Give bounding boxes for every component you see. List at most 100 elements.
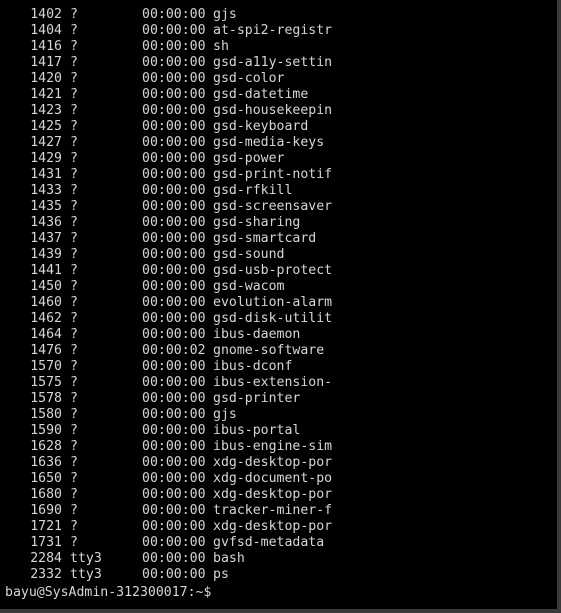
tty-cell: ? — [70, 423, 78, 438]
time-cell: 00:00:00 — [142, 151, 206, 166]
pid-cell: 2284 — [30, 551, 62, 566]
tty-cell: ? — [70, 359, 78, 374]
process-row: 1437? 00:00:00 gsd-smartcard — [0, 231, 557, 247]
window-frame-bottom — [0, 609, 561, 613]
tty-cell: ? — [70, 535, 78, 550]
time-cell: 00:00:00 — [142, 519, 206, 534]
command-cell: evolution-alarm — [213, 295, 333, 310]
tty-cell: ? — [70, 439, 78, 454]
process-row: 1417? 00:00:00 gsd-a11y-settin — [0, 55, 557, 71]
time-cell: 00:00:00 — [142, 7, 206, 22]
command-cell: gsd-smartcard — [213, 231, 317, 246]
text-cursor — [211, 583, 219, 598]
process-row: 1420? 00:00:00 gsd-color — [0, 71, 557, 87]
time-cell: 00:00:00 — [142, 567, 206, 582]
tty-cell: ? — [70, 455, 78, 470]
command-cell: xdg-document-po — [213, 471, 333, 486]
pid-cell: 1450 — [30, 279, 62, 294]
command-cell: gsd-screensaver — [213, 199, 333, 214]
process-row: 1731? 00:00:00 gvfsd-metadata — [0, 535, 557, 551]
window-frame-right — [557, 0, 561, 613]
process-row: 2284 tty3 00:00:00 bash — [0, 551, 557, 567]
tty-cell: ? — [70, 407, 78, 422]
tty-cell: ? — [70, 503, 78, 518]
pid-cell: 1437 — [30, 231, 62, 246]
process-row: 1590? 00:00:00 ibus-portal — [0, 423, 557, 439]
time-cell: 00:00:00 — [142, 263, 206, 278]
command-cell: ps — [213, 567, 229, 582]
command-cell: gsd-a11y-settin — [213, 55, 333, 70]
time-cell: 00:00:00 — [142, 311, 206, 326]
process-row: 1721? 00:00:00 xdg-desktop-por — [0, 519, 557, 535]
shell-prompt[interactable]: bayu@SysAdmin-312300017:~$ — [5, 583, 219, 600]
command-cell: gsd-print-notif — [213, 167, 333, 182]
tty-cell: ? — [70, 295, 78, 310]
pid-cell: 1636 — [30, 455, 62, 470]
process-row: 1650? 00:00:00 xdg-document-po — [0, 471, 557, 487]
terminal-window[interactable]: 1402? 00:00:00 gjs 1404? 00:00:00 at-spi2-reg… — [0, 0, 557, 609]
tty-cell: ? — [70, 55, 78, 70]
command-cell: gsd-sound — [213, 247, 285, 262]
pid-cell: 1578 — [30, 391, 62, 406]
time-cell: 00:00:00 — [142, 407, 206, 422]
process-row: 1416? 00:00:00 sh — [0, 39, 557, 55]
command-cell: xdg-desktop-por — [213, 519, 333, 534]
pid-cell: 1721 — [30, 519, 62, 534]
process-row: 1421? 00:00:00 gsd-datetime — [0, 87, 557, 103]
process-row: 1476? 00:00:02 gnome-software — [0, 343, 557, 359]
command-cell: gsd-wacom — [213, 279, 285, 294]
time-cell: 00:00:00 — [142, 167, 206, 182]
command-cell: gsd-keyboard — [213, 119, 309, 134]
command-cell: sh — [213, 39, 229, 54]
tty-cell: ? — [70, 151, 78, 166]
process-row: 1462? 00:00:00 gsd-disk-utilit — [0, 311, 557, 327]
command-cell: ibus-portal — [213, 423, 301, 438]
tty-cell: ? — [70, 279, 78, 294]
tty-cell: ? — [70, 343, 78, 358]
command-cell: tracker-miner-f — [213, 503, 333, 518]
tty-cell: ? — [70, 103, 78, 118]
command-cell: gnome-software — [213, 343, 325, 358]
command-cell: gsd-disk-utilit — [213, 311, 333, 326]
tty-cell: ? — [70, 39, 78, 54]
tty-cell: ? — [70, 487, 78, 502]
tty-cell: ? — [70, 391, 78, 406]
pid-cell: 1464 — [30, 327, 62, 342]
process-row: 1680? 00:00:00 xdg-desktop-por — [0, 487, 557, 503]
command-cell: gsd-media-keys — [213, 135, 325, 150]
pid-cell: 1476 — [30, 343, 62, 358]
tty-cell: ? — [70, 183, 78, 198]
pid-cell: 1731 — [30, 535, 62, 550]
command-cell: bash — [213, 551, 245, 566]
tty-cell: ? — [70, 87, 78, 102]
time-cell: 00:00:00 — [142, 103, 206, 118]
command-cell: ibus-extension- — [213, 375, 333, 390]
command-cell: gsd-sharing — [213, 215, 301, 230]
process-row: 1429? 00:00:00 gsd-power — [0, 151, 557, 167]
command-cell: ibus-dconf — [213, 359, 293, 374]
command-cell: gsd-color — [213, 71, 285, 86]
prompt-text: bayu@SysAdmin-312300017:~$ — [5, 585, 212, 600]
time-cell: 00:00:00 — [142, 71, 206, 86]
process-row: 1575? 00:00:00 ibus-extension- — [0, 375, 557, 391]
pid-cell: 1580 — [30, 407, 62, 422]
time-cell: 00:00:00 — [142, 87, 206, 102]
command-cell: ibus-daemon — [213, 327, 301, 342]
time-cell: 00:00:00 — [142, 279, 206, 294]
process-row: 1425? 00:00:00 gsd-keyboard — [0, 119, 557, 135]
pid-cell: 1427 — [30, 135, 62, 150]
time-cell: 00:00:00 — [142, 471, 206, 486]
process-list: 1402? 00:00:00 gjs 1404? 00:00:00 at-spi2-reg… — [0, 7, 557, 583]
pid-cell: 1441 — [30, 263, 62, 278]
process-row: 1570? 00:00:00 ibus-dconf — [0, 359, 557, 375]
tty-cell: ? — [70, 199, 78, 214]
pid-cell: 1420 — [30, 71, 62, 86]
time-cell: 00:00:00 — [142, 215, 206, 230]
command-cell: gsd-power — [213, 151, 285, 166]
tty-cell: ? — [70, 311, 78, 326]
tty-cell: ? — [70, 471, 78, 486]
time-cell: 00:00:00 — [142, 247, 206, 262]
time-cell: 00:00:02 — [142, 343, 206, 358]
tty-cell: ? — [70, 71, 78, 86]
time-cell: 00:00:00 — [142, 535, 206, 550]
